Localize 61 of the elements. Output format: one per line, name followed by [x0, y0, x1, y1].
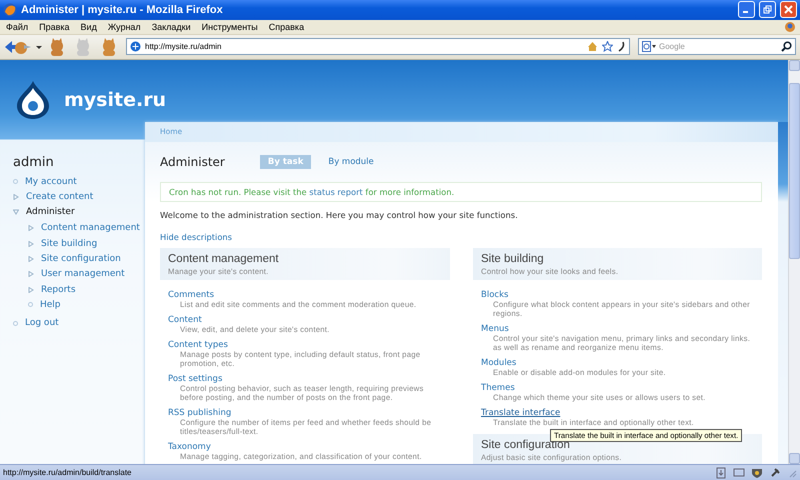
menu-item[interactable]: Справка [268, 22, 304, 32]
admin-link[interactable]: Themes [481, 382, 515, 393]
sidebar-link[interactable]: Log out [25, 318, 59, 328]
admin-link[interactable]: RSS publishing [168, 408, 232, 418]
sidebar-link[interactable]: User management [41, 269, 125, 280]
sidebar-link[interactable]: Content management [41, 223, 140, 234]
sidebar-link[interactable]: Reports [41, 284, 76, 295]
admin-link[interactable]: Menus [481, 324, 509, 334]
status-message: Cron has not run. Please visit the status report for more information. [160, 182, 762, 202]
minimize-button[interactable] [738, 1, 755, 18]
restore-icon [763, 5, 772, 14]
admin-link[interactable]: Post settings [168, 374, 222, 384]
admin-link[interactable]: Blocks [481, 290, 508, 300]
admin-link[interactable]: Translate interface [481, 408, 560, 418]
menu-item[interactable]: Журнал [108, 22, 141, 32]
shield-icon[interactable] [751, 466, 763, 479]
block-title: Content management [168, 252, 280, 266]
menu-item[interactable]: Закладки [152, 22, 191, 32]
menu-item[interactable]: Правка [39, 22, 70, 32]
search-box[interactable]: Google [638, 38, 796, 56]
close-icon [784, 5, 793, 14]
sidebar-link[interactable]: Site building [41, 238, 98, 249]
star-icon[interactable] [602, 41, 613, 52]
sidebar-link[interactable]: Create content [26, 192, 94, 202]
page-title: Administer [160, 155, 225, 170]
search-field[interactable]: Google [659, 42, 778, 52]
welcome-text: Welcome to the administration section. Here you may control how your site functions. [160, 210, 519, 220]
sidebar-link[interactable]: Site configuration [41, 254, 121, 264]
menu-item[interactable]: Вид [80, 22, 97, 32]
sidebar-link[interactable]: Help [40, 300, 61, 310]
throbber-icon [784, 20, 796, 33]
search-engine-icon[interactable] [642, 41, 656, 52]
sidebar-link[interactable]: My account [25, 176, 77, 187]
sidebar-link[interactable]: Administer [26, 207, 75, 218]
search-icon[interactable] [781, 41, 792, 52]
admin-link[interactable]: Content types [168, 340, 228, 350]
block-title: Site building [481, 252, 545, 266]
menu-item[interactable]: Файл [6, 22, 28, 32]
hide-descriptions-link[interactable]: Hide descriptions [160, 232, 232, 242]
bullet-icon [28, 302, 33, 308]
bullet-icon [13, 320, 18, 326]
admin-link[interactable]: Taxonomy [168, 442, 211, 452]
admin-link[interactable]: Modules [481, 358, 516, 368]
window-title: Administer | mysite.ru - Mozilla Firefox [21, 4, 224, 16]
site-name[interactable]: mysite.ru [64, 88, 166, 111]
menu-item[interactable]: Инструменты [202, 22, 258, 32]
sidebar-title: admin [13, 154, 55, 170]
page-icon [130, 41, 141, 52]
tab[interactable]: By module [320, 155, 382, 170]
status-report-link[interactable]: status report [309, 186, 363, 197]
firefox-icon [3, 2, 17, 17]
address-field[interactable]: http://mysite.ru/admin [126, 38, 630, 56]
admin-link[interactable]: Content [168, 314, 202, 325]
scrollbar[interactable] [788, 60, 800, 464]
drop-logo-icon [15, 80, 51, 120]
bullet-icon [13, 179, 18, 184]
download-icon[interactable] [715, 466, 727, 479]
admin-link[interactable]: Comments [168, 290, 214, 300]
restore-button[interactable] [759, 1, 776, 18]
close-button[interactable] [780, 1, 797, 18]
status-text: http://mysite.ru/admin/build/translate [3, 468, 133, 478]
